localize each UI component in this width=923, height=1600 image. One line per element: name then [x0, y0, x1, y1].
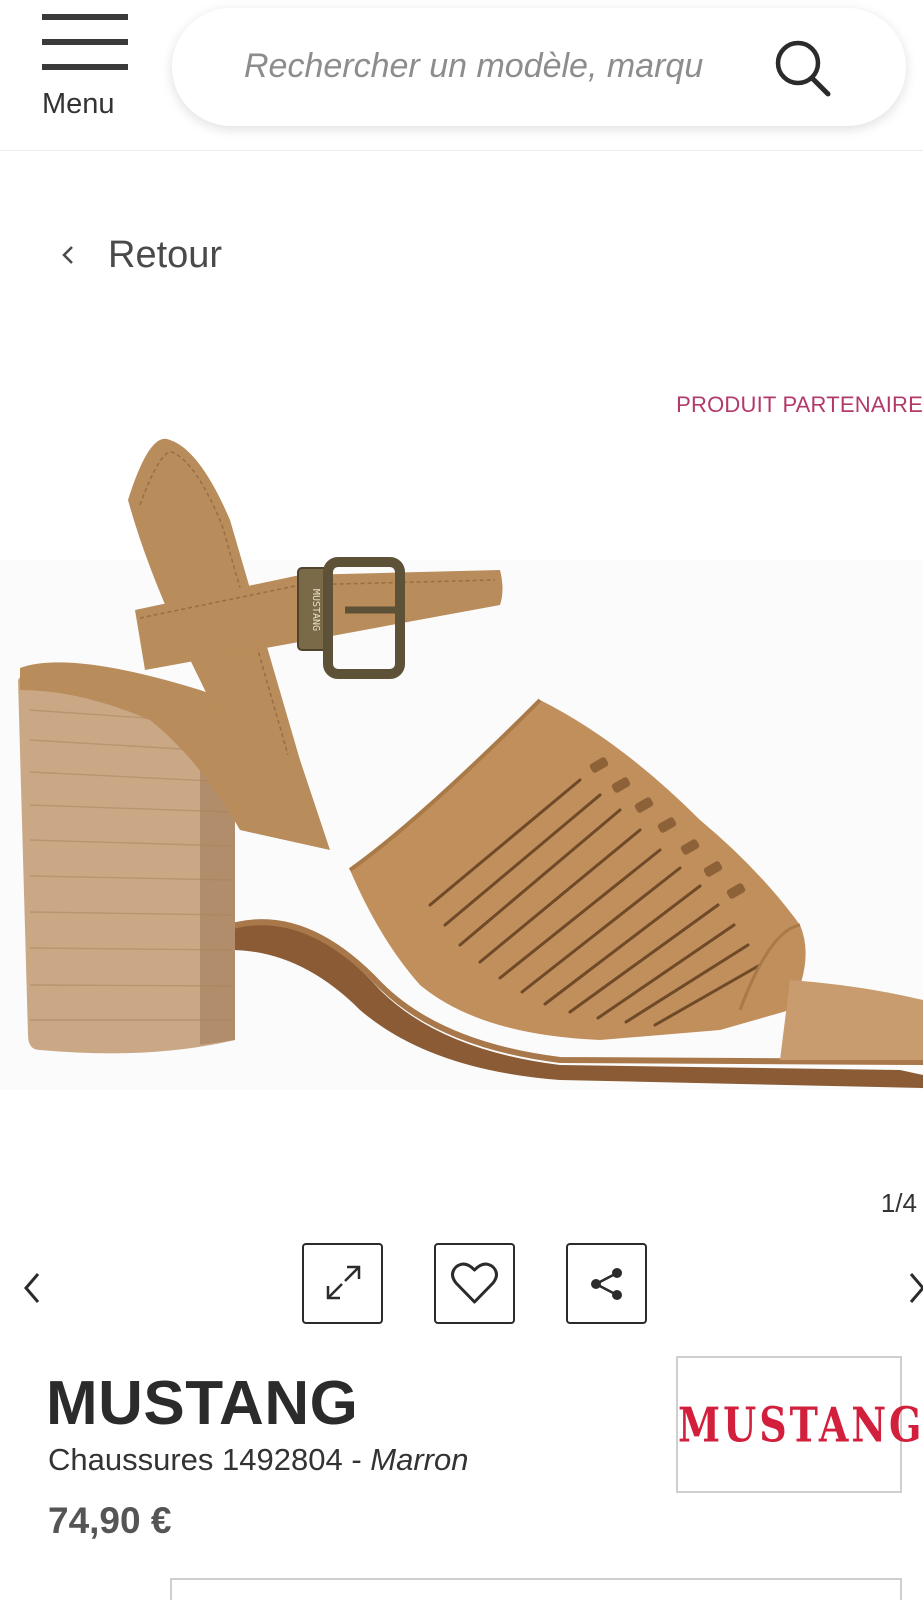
back-label: Retour	[108, 233, 223, 276]
subtitle-separator: -	[342, 1442, 371, 1477]
size-selector[interactable]	[170, 1578, 902, 1600]
top-header: Menu	[0, 0, 923, 151]
search-icon[interactable]	[772, 36, 836, 100]
partner-badge: PRODUIT PARTENAIRE	[676, 392, 923, 417]
buckle-logo: MUSTANG	[310, 589, 321, 631]
brand-logo[interactable]: MUSTANG	[676, 1356, 923, 1493]
image-counter: 1/4	[880, 1188, 917, 1218]
product-category: Chaussures 1492804	[48, 1442, 343, 1477]
search-bar[interactable]	[172, 8, 906, 126]
favorite-button[interactable]	[434, 1243, 515, 1324]
brand-logo-text: MUSTANG	[678, 1396, 923, 1453]
product-color: Marron	[370, 1442, 469, 1477]
chevron-left-icon	[62, 246, 73, 264]
product-brand[interactable]: MUSTANG	[46, 1368, 358, 1439]
menu-icon[interactable]	[42, 14, 128, 74]
menu-label: Menu	[42, 88, 115, 120]
product-image[interactable]: MUSTANG	[0, 420, 923, 1100]
product-subtitle: Chaussures 1492804 - Marron	[48, 1442, 468, 1478]
menu-button[interactable]: Menu	[40, 12, 130, 124]
next-image-button[interactable]	[905, 1268, 923, 1308]
expand-icon	[326, 1265, 361, 1300]
search-input[interactable]	[244, 38, 774, 94]
share-button[interactable]	[566, 1243, 647, 1324]
heart-icon	[451, 1262, 498, 1304]
share-icon	[591, 1268, 622, 1300]
product-price: 74,90 €	[48, 1500, 172, 1541]
previous-image-button[interactable]	[20, 1268, 46, 1308]
zoom-button[interactable]	[302, 1243, 383, 1324]
back-link[interactable]: Retour	[58, 230, 222, 280]
